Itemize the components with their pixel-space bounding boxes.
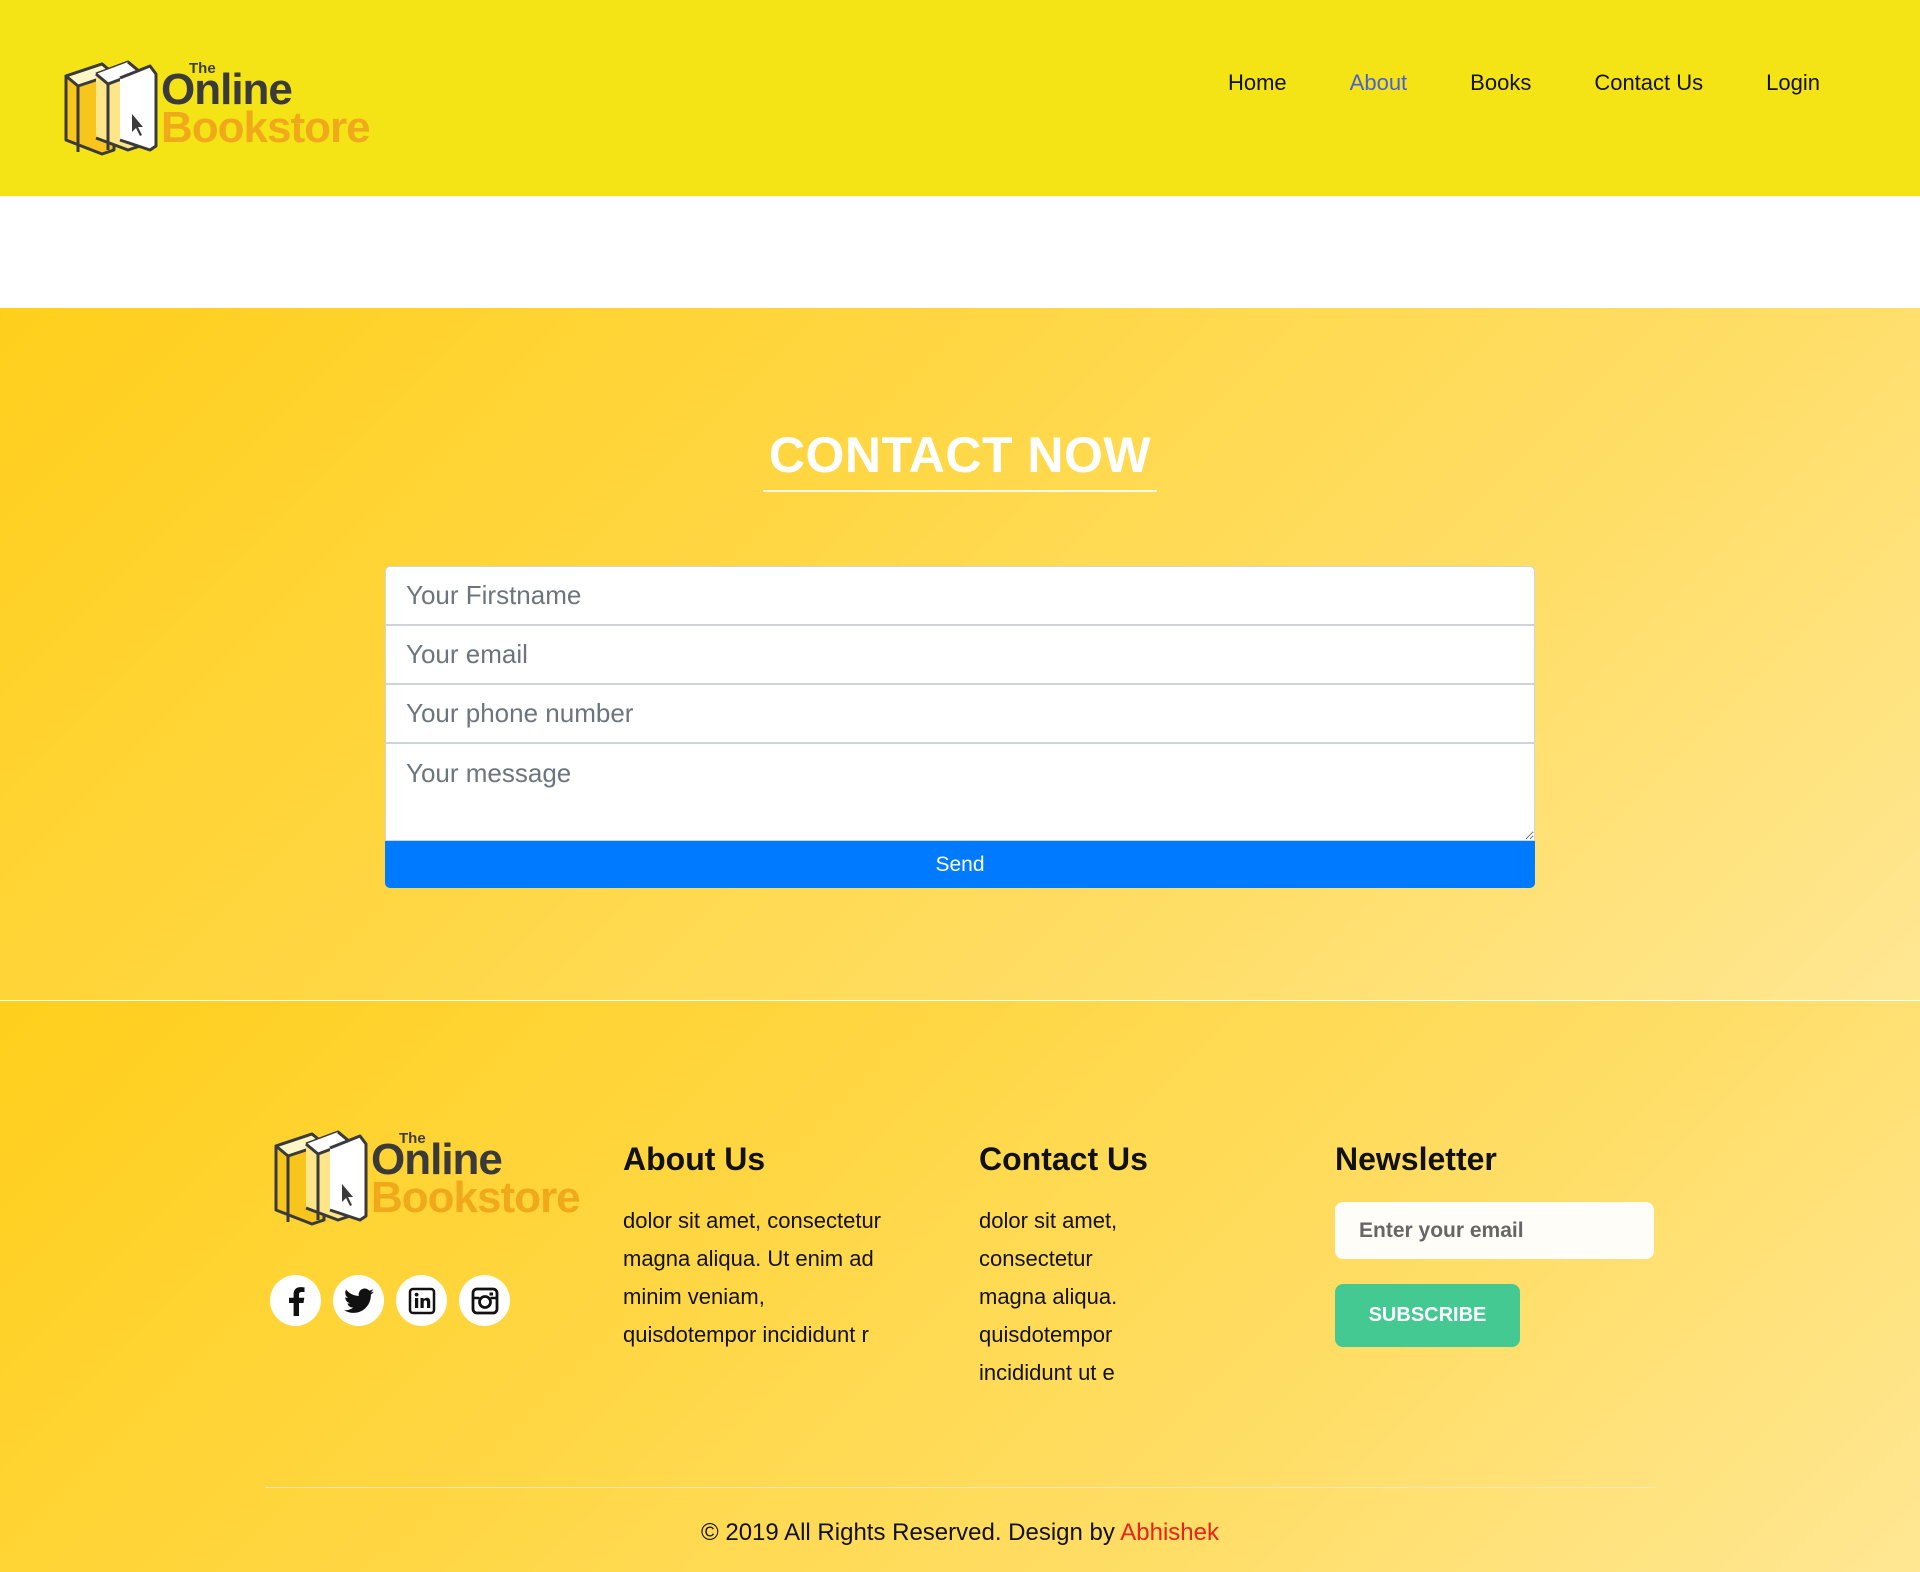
about-text: dolor sit amet, consectetur magna aliqua… (623, 1202, 933, 1354)
books-logo-icon (64, 60, 158, 156)
logo-bookstore-text: Bookstore (371, 1173, 581, 1222)
footer-newsletter-column: Newsletter SUBSCRIBE (1335, 1141, 1665, 1347)
main-nav: Home About Books Contact Us Login (1228, 70, 1820, 96)
nav-login[interactable]: Login (1766, 70, 1820, 96)
footer-logo[interactable]: The Online Bookstore (272, 1126, 582, 1228)
message-field[interactable] (385, 743, 1535, 841)
site-logo[interactable]: The Online Bookstore (62, 56, 372, 158)
copyright-text: © 2019 All Rights Reserved. Design by (701, 1519, 1115, 1546)
contact-heading: Contact Us (979, 1141, 1148, 1177)
social-links (270, 1275, 510, 1326)
contact-line: consectetur (979, 1246, 1093, 1271)
nav-contact-us[interactable]: Contact Us (1594, 70, 1703, 96)
about-line: dolor sit amet, consectetur (623, 1208, 882, 1233)
contact-text: dolor sit amet, consectetur magna aliqua… (979, 1202, 1179, 1392)
contact-line: incididunt ut e (979, 1360, 1115, 1385)
contact-section: CONTACT NOW Send (0, 308, 1920, 1000)
title-underline (763, 490, 1157, 492)
site-footer: The Online Bookstore About Us dolor sit … (0, 1001, 1920, 1572)
logo-bookstore-text: Bookstore (161, 103, 371, 152)
about-heading: About Us (623, 1141, 766, 1177)
about-line: minim veniam, (623, 1284, 765, 1309)
linkedin-icon[interactable] (396, 1275, 447, 1326)
facebook-icon[interactable] (270, 1275, 321, 1326)
email-field[interactable] (385, 625, 1535, 684)
phone-field[interactable] (385, 684, 1535, 743)
instagram-icon[interactable] (459, 1275, 510, 1326)
footer-divider (265, 1487, 1655, 1488)
contact-form: Send (385, 566, 1535, 888)
send-button[interactable]: Send (385, 841, 1535, 888)
contact-line: magna aliqua. (979, 1284, 1118, 1309)
copyright: © 2019 All Rights Reserved. Design by Ab… (0, 1519, 1920, 1547)
contact-title: CONTACT NOW (768, 427, 1152, 483)
footer-contact-column: Contact Us dolor sit amet, consectetur m… (979, 1141, 1179, 1392)
footer-about-column: About Us dolor sit amet, consectetur mag… (623, 1141, 933, 1354)
newsletter-email-input[interactable] (1335, 1202, 1654, 1259)
twitter-icon[interactable] (333, 1275, 384, 1326)
nav-about[interactable]: About (1350, 70, 1408, 96)
site-header: The Online Bookstore Home About Books Co… (0, 0, 1920, 196)
contact-line: dolor sit amet, (979, 1208, 1118, 1233)
about-line: magna aliqua. Ut enim ad (623, 1246, 874, 1271)
firstname-field[interactable] (385, 566, 1535, 625)
books-logo-icon (274, 1130, 368, 1226)
nav-books[interactable]: Books (1470, 70, 1531, 96)
contact-line: quisdotempor (979, 1322, 1113, 1347)
about-line: quisdotempor incididunt r (623, 1322, 869, 1347)
newsletter-heading: Newsletter (1335, 1141, 1497, 1177)
designer-link[interactable]: Abhishek (1120, 1519, 1219, 1546)
subscribe-button[interactable]: SUBSCRIBE (1335, 1284, 1520, 1347)
nav-home[interactable]: Home (1228, 70, 1287, 96)
